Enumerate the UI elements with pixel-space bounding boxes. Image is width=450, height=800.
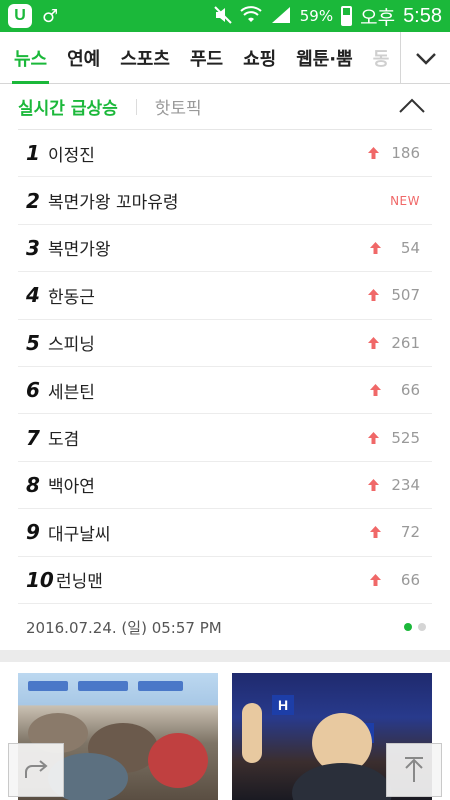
tent-shape bbox=[138, 681, 183, 691]
keyword-name: 한동근 bbox=[48, 287, 95, 308]
battery-percent: 59% bbox=[299, 7, 334, 25]
new-badge: NEW bbox=[390, 193, 420, 208]
tab-food[interactable]: 푸드 bbox=[188, 32, 225, 84]
header-divider bbox=[135, 98, 137, 115]
keyword-rank: 4 bbox=[26, 283, 40, 308]
keyword-name: 복면가왕 bbox=[48, 240, 111, 261]
wifi-icon bbox=[240, 5, 262, 27]
keyword-rank: 8 bbox=[26, 472, 40, 497]
mute-icon bbox=[214, 5, 232, 27]
chevron-up-icon bbox=[399, 98, 425, 113]
clock-time: 5:58 bbox=[403, 4, 442, 27]
clock-ampm: 오후 bbox=[360, 6, 396, 29]
realtime-keywords-header: 실시간 급상승 핫토픽 bbox=[18, 84, 432, 130]
rank-change: 72 bbox=[400, 523, 420, 542]
keyword-row-8[interactable]: 8 백아연 234 bbox=[18, 462, 432, 510]
tab-entertainment[interactable]: 연예 bbox=[65, 32, 102, 84]
male-symbol-icon: ♂ bbox=[42, 5, 59, 27]
keyword-rank: 2 bbox=[26, 188, 40, 213]
keyword-footer: 2016.07.24. (일) 05:57 PM bbox=[18, 605, 432, 649]
keyword-row-5[interactable]: 5 스피닝 261 bbox=[18, 320, 432, 367]
rank-change: 261 bbox=[391, 333, 420, 352]
tent-shape bbox=[78, 681, 128, 691]
battery-icon bbox=[341, 6, 353, 26]
tab-hot-topic[interactable]: 핫토픽 bbox=[155, 94, 202, 119]
tab-news[interactable]: 뉴스 bbox=[12, 32, 50, 84]
keyword-name: 스피닝 bbox=[48, 335, 95, 356]
keyword-row-2[interactable]: 2 복면가왕 꼬마유령 NEW bbox=[18, 177, 432, 225]
collapse-button[interactable] bbox=[398, 95, 426, 119]
rank-up-arrow-icon bbox=[368, 431, 380, 444]
status-bar: U ♂ 59% 오후 5:58 bbox=[0, 0, 450, 32]
keyword-rank: 3 bbox=[26, 235, 40, 260]
keyword-rank: 10 bbox=[26, 567, 54, 592]
tab-partial[interactable]: 동 bbox=[371, 32, 392, 84]
rank-up-arrow-icon bbox=[370, 241, 381, 254]
page-dot[interactable] bbox=[418, 623, 426, 631]
person-body-shape bbox=[292, 763, 392, 800]
rally-sign-shape: H bbox=[272, 695, 295, 715]
keyword-row-9[interactable]: 9 대구날씨 72 bbox=[18, 509, 432, 557]
signal-icon bbox=[270, 6, 292, 27]
update-timestamp: 2016.07.24. (일) 05:57 PM bbox=[26, 618, 222, 637]
rank-up-arrow-icon bbox=[368, 147, 380, 160]
app-notification-icon: U bbox=[8, 4, 32, 28]
tent-shape bbox=[28, 681, 68, 691]
keyword-rank: 9 bbox=[26, 520, 40, 545]
category-tab-bar: 뉴스 연예 스포츠 푸드 쇼핑 웹툰·뿜 동 bbox=[0, 32, 450, 84]
rank-up-arrow-icon bbox=[368, 289, 380, 302]
section-divider bbox=[0, 650, 450, 662]
rank-up-arrow-icon bbox=[368, 478, 380, 491]
keyword-row-10[interactable]: 10 런닝맨 66 bbox=[18, 557, 432, 604]
rank-change: 66 bbox=[400, 570, 420, 589]
tab-webtoon[interactable]: 웹툰·뿜 bbox=[294, 32, 355, 84]
rank-change: 525 bbox=[391, 428, 420, 447]
page-dot-active[interactable] bbox=[404, 623, 412, 631]
rank-change: 66 bbox=[400, 381, 420, 400]
page-indicator bbox=[404, 623, 426, 631]
arrow-up-icon bbox=[405, 757, 423, 782]
share-button[interactable] bbox=[8, 743, 64, 797]
keyword-name: 대구날씨 bbox=[48, 524, 111, 545]
keyword-rank: 7 bbox=[26, 425, 40, 450]
keyword-row-4[interactable]: 4 한동근 507 bbox=[18, 272, 432, 320]
keyword-rank: 1 bbox=[26, 141, 40, 166]
keyword-name: 이정진 bbox=[48, 145, 95, 166]
keyword-list: 1 이정진 186 2 복면가왕 꼬마유령 NEW 3 복면가왕 54 4 한동… bbox=[18, 130, 432, 604]
rank-change: 234 bbox=[391, 475, 420, 494]
keyword-name: 복면가왕 꼬마유령 bbox=[48, 193, 179, 214]
keyword-name: 도겸 bbox=[48, 430, 80, 451]
rank-change: 54 bbox=[400, 238, 420, 257]
tab-shopping[interactable]: 쇼핑 bbox=[241, 32, 278, 84]
share-icon bbox=[25, 760, 48, 778]
rank-change: 186 bbox=[391, 144, 420, 163]
rank-up-arrow-icon bbox=[368, 336, 380, 349]
keyword-name: 런닝맨 bbox=[56, 572, 103, 593]
rank-up-arrow-icon bbox=[370, 573, 381, 586]
more-tabs-button[interactable] bbox=[400, 32, 450, 84]
keyword-name: 백아연 bbox=[48, 477, 95, 498]
rank-change: 507 bbox=[391, 286, 420, 305]
scroll-to-top-button[interactable] bbox=[386, 743, 442, 797]
raised-hand-shape bbox=[242, 703, 262, 763]
keyword-row-1[interactable]: 1 이정진 186 bbox=[18, 130, 432, 178]
chevron-down-icon bbox=[415, 53, 436, 65]
tab-realtime-rising[interactable]: 실시간 급상승 bbox=[18, 94, 118, 119]
keyword-row-6[interactable]: 6 세븐틴 66 bbox=[18, 367, 432, 415]
rank-up-arrow-icon bbox=[370, 526, 381, 539]
tab-sports[interactable]: 스포츠 bbox=[118, 32, 172, 84]
keyword-name: 세븐틴 bbox=[48, 382, 95, 403]
category-tabs: 뉴스 연예 스포츠 푸드 쇼핑 웹툰·뿜 동 bbox=[12, 32, 398, 84]
keyword-rank: 5 bbox=[26, 330, 40, 355]
crowd-shape bbox=[148, 733, 208, 788]
rank-up-arrow-icon bbox=[370, 384, 381, 397]
keyword-rank: 6 bbox=[26, 378, 40, 403]
keyword-row-3[interactable]: 3 복면가왕 54 bbox=[18, 225, 432, 273]
keyword-row-7[interactable]: 7 도겸 525 bbox=[18, 414, 432, 462]
